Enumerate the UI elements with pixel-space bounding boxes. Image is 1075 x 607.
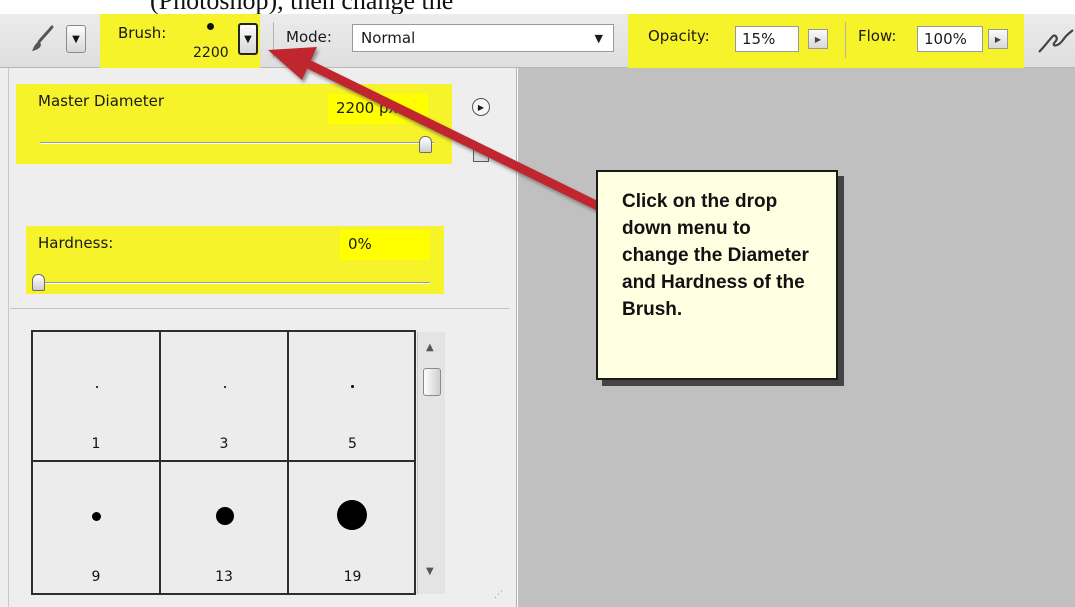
triangle-right-icon: ▶ [477, 102, 485, 112]
callout-text: Click on the drop down menu to change th… [622, 191, 809, 320]
brush-preset-cell[interactable]: 1 [33, 332, 161, 462]
hardness-label: Hardness: [38, 234, 114, 252]
caption-strip: (Photoshop), then change the [0, 0, 1075, 14]
scroll-up-icon[interactable]: ▲ [426, 342, 434, 353]
mode-select[interactable]: Normal ▼ [352, 24, 614, 52]
chevron-down-icon: ▼ [594, 32, 603, 45]
brush-preset-size: 5 [348, 436, 357, 452]
brush-dot-icon [96, 386, 98, 388]
hardness-slider-thumb[interactable] [32, 274, 45, 291]
resize-grip-icon[interactable]: ⋰ [494, 590, 503, 600]
mode-label: Mode: [286, 28, 332, 46]
brush-preset-size: 1 [91, 436, 101, 452]
brush-preset-cell[interactable]: 9 [33, 462, 161, 593]
brush-preset-grid: 1 3 5 9 13 19 [31, 330, 416, 595]
flow-slider-button[interactable]: ▶ [988, 29, 1008, 49]
toolbar-divider [273, 22, 274, 58]
triangle-right-icon: ▶ [814, 34, 822, 44]
flow-label: Flow: [858, 27, 897, 45]
hardness-input[interactable]: 0% [340, 230, 430, 260]
brush-dot-icon [224, 386, 226, 388]
brush-size-label: 2200 [193, 45, 229, 61]
brush-preset-cell[interactable]: 13 [161, 462, 289, 593]
master-diameter-label: Master Diameter [38, 92, 165, 110]
brush-highlight [100, 14, 260, 70]
brush-preset-cell[interactable]: 19 [289, 462, 416, 593]
flow-input[interactable]: 100% [917, 26, 983, 52]
caption-text: (Photoshop), then change the [150, 0, 453, 14]
options-toolbar: ▼ Brush: 2200 ▼ Mode: Normal ▼ Opacity: … [0, 14, 1075, 70]
opacity-input[interactable]: 15% [735, 26, 799, 52]
brush-dot-icon [351, 385, 354, 388]
brush-preset-cell[interactable]: 5 [289, 332, 416, 462]
chevron-down-icon: ▼ [244, 33, 252, 45]
brush-dot-icon [92, 512, 101, 521]
airbrush-icon[interactable] [1035, 26, 1075, 56]
brush-dot-icon [337, 500, 367, 530]
brush-picker-dropdown[interactable]: ▼ [238, 23, 258, 55]
master-diameter-input[interactable]: 2200 px [328, 94, 428, 124]
panel-divider [10, 308, 510, 309]
brush-preset-size: 19 [343, 569, 362, 585]
toolbar-divider [845, 22, 846, 58]
panel-edge [8, 68, 9, 607]
tool-preset-dropdown[interactable]: ▼ [66, 25, 86, 53]
opacity-slider-button[interactable]: ▶ [808, 29, 828, 49]
brush-tool-icon[interactable] [28, 24, 58, 54]
brush-preset-size: 3 [219, 436, 229, 452]
mode-value: Normal [361, 29, 416, 47]
annotation-callout: Click on the drop down menu to change th… [596, 170, 838, 380]
brush-preset-cell[interactable]: 3 [161, 332, 289, 462]
master-diameter-slider-thumb[interactable] [419, 136, 432, 153]
panel-menu-button[interactable]: ▶ [472, 98, 490, 116]
hardness-slider-track[interactable] [34, 282, 430, 284]
master-diameter-slider-track[interactable] [40, 142, 434, 144]
brush-preset-size: 9 [91, 569, 101, 585]
chevron-down-icon: ▼ [72, 33, 80, 45]
brush-label: Brush: [118, 24, 167, 42]
scroll-thumb[interactable] [423, 368, 441, 396]
preset-scrollbar[interactable]: ▲ ▼ [417, 332, 445, 594]
brush-preview-icon [207, 23, 214, 30]
save-preset-icon[interactable] [473, 148, 489, 162]
brush-dot-icon [216, 507, 234, 525]
brush-preset-size: 13 [215, 569, 233, 585]
triangle-right-icon: ▶ [994, 34, 1002, 44]
opacity-label: Opacity: [648, 27, 710, 45]
scroll-down-icon[interactable]: ▼ [426, 566, 434, 577]
